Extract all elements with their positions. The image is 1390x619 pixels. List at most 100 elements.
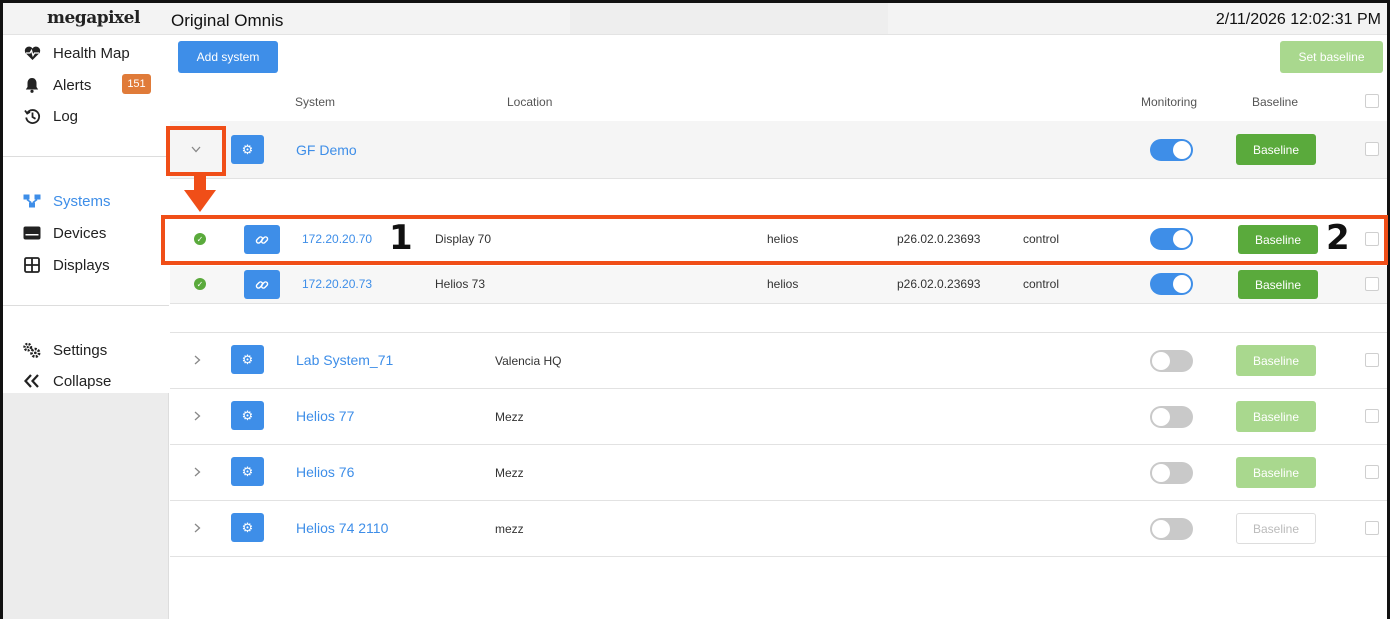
monitoring-toggle[interactable] [1150,518,1193,540]
monitoring-toggle[interactable] [1150,350,1193,372]
device-icon [23,224,41,242]
sidebar-menu: Health Map Alerts 151 Log Systems Device… [3,35,169,393]
column-header-monitoring: Monitoring [1141,95,1198,109]
system-location: Valencia HQ [495,354,562,368]
row-divider [170,556,1387,557]
row-checkbox[interactable] [1365,521,1379,535]
heart-pulse-icon [23,44,41,62]
device-name: Helios 73 [435,277,486,291]
double-chevron-left-icon [23,372,41,390]
arrow-down-icon [184,190,216,212]
gear-icon: ⚙ [241,463,254,479]
sidebar-item-collapse[interactable]: Collapse [23,370,111,392]
system-name-link[interactable]: GF Demo [296,142,357,158]
table-row-device: ✓ 172.20.20.73 Helios 73 helios p26.02.0… [170,266,1387,303]
row-divider [170,303,1387,304]
system-settings-button[interactable]: ⚙ [231,345,264,374]
sidebar-item-log[interactable]: Log [23,105,78,127]
device-type: helios [767,277,799,291]
monitoring-toggle[interactable] [1150,139,1193,161]
systems-panel: Add system Set baseline System Location … [170,35,1387,619]
system-settings-button[interactable]: ⚙ [231,457,264,486]
sidebar-item-label: Collapse [53,372,112,390]
sidebar-item-settings[interactable]: Settings [23,339,107,361]
sidebar-item-displays[interactable]: Displays [23,254,110,276]
gear-icon: ⚙ [241,519,254,535]
system-location: Mezz [495,466,524,480]
table-row-system: ⚙ GF Demo Baseline [170,121,1387,178]
top-bar: megapixel Original Omnis 2/11/2026 12:02… [3,3,1387,35]
monitoring-toggle[interactable] [1150,406,1193,428]
highlight-expand-toggle [166,126,226,176]
device-link-button[interactable] [244,270,280,299]
system-name-link[interactable]: Helios 77 [296,408,354,424]
row-checkbox[interactable] [1365,465,1379,479]
table-row-system: ⚙ Helios 76 Mezz Baseline [170,445,1387,500]
chevron-right-icon[interactable] [194,521,201,536]
table-row-system: ⚙ Helios 74 2110 mezz Baseline [170,501,1387,556]
baseline-button[interactable]: Baseline [1236,134,1316,165]
table-row-system: ⚙ Lab System_71 Valencia HQ Baseline [170,333,1387,388]
app-title: Original Omnis [171,11,284,30]
baseline-button[interactable]: Baseline [1236,457,1316,488]
baseline-button[interactable]: Baseline [1238,270,1318,299]
alerts-count-badge: 151 [122,74,151,94]
system-location: mezz [495,522,524,536]
highlight-device-row [161,215,1388,265]
annotation-number-one: 1 [389,218,413,258]
system-name-link[interactable]: Lab System_71 [296,352,393,368]
bell-icon [23,76,41,94]
sidebar: Health Map Alerts 151 Log Systems Device… [3,35,169,619]
sidebar-divider [3,156,169,157]
system-location: Mezz [495,410,524,424]
monitoring-toggle[interactable] [1150,273,1193,295]
row-checkbox[interactable] [1365,353,1379,367]
history-icon [23,107,41,125]
row-checkbox[interactable] [1365,277,1379,291]
chevron-right-icon[interactable] [194,465,201,480]
system-name-link[interactable]: Helios 76 [296,464,354,480]
system-settings-button[interactable]: ⚙ [231,135,264,164]
column-header-system: System [295,95,336,109]
add-system-button[interactable]: Add system [178,41,278,73]
sidebar-item-devices[interactable]: Devices [23,222,106,244]
baseline-button[interactable]: Baseline [1236,513,1316,544]
sidebar-item-label: Log [53,107,79,125]
datetime: 2/11/2026 12:02:31 PM [1215,11,1381,28]
baseline-button[interactable]: Baseline [1236,401,1316,432]
row-checkbox[interactable] [1365,409,1379,423]
system-settings-button[interactable]: ⚙ [231,401,264,430]
row-divider [170,178,1387,179]
network-icon [23,192,41,210]
sidebar-item-label: Health Map [53,44,130,62]
baseline-button[interactable]: Baseline [1236,345,1316,376]
device-version: p26.02.0.23693 [897,277,981,291]
sidebar-item-label: Alerts [53,76,92,94]
monitoring-toggle[interactable] [1150,462,1193,484]
sidebar-divider [3,305,169,306]
device-role: control [1023,277,1060,291]
sidebar-item-label: Devices [53,224,107,242]
system-settings-button[interactable]: ⚙ [231,513,264,542]
device-ip-link[interactable]: 172.20.20.73 [302,277,372,291]
link-icon [255,280,269,289]
logo: megapixel [47,8,140,28]
sidebar-item-systems[interactable]: Systems [23,190,111,212]
sidebar-item-label: Settings [53,341,108,359]
row-checkbox[interactable] [1365,142,1379,156]
gear-icon: ⚙ [241,407,254,423]
set-baseline-button[interactable]: Set baseline [1280,41,1383,73]
status-ok-icon: ✓ [194,278,206,290]
table-row-system: ⚙ Helios 77 Mezz Baseline [170,389,1387,444]
column-header-location: Location [507,95,553,109]
sidebar-item-alerts[interactable]: Alerts [23,74,91,96]
gear-icon: ⚙ [241,351,254,367]
sidebar-item-label: Displays [53,256,110,274]
select-all-checkbox[interactable] [1365,94,1379,108]
sidebar-item-health-map[interactable]: Health Map [23,42,130,64]
chevron-right-icon[interactable] [194,353,201,368]
chevron-right-icon[interactable] [194,409,201,424]
gears-icon [23,341,41,359]
grid-icon [23,256,41,274]
system-name-link[interactable]: Helios 74 2110 [296,520,388,536]
